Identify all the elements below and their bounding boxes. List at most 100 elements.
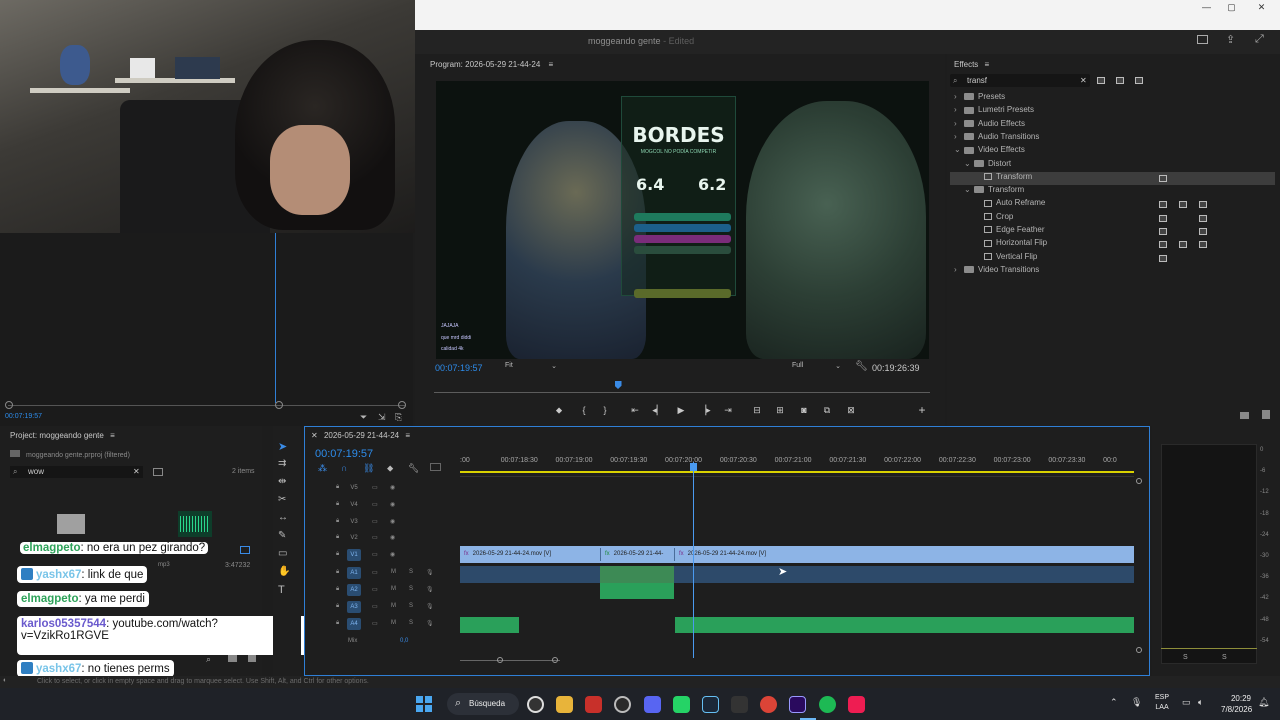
sync-lock-icon[interactable]: ▭ [372,569,378,576]
filter-icon[interactable]: ⏷ [360,412,367,423]
chrome-browser-icon[interactable] [760,696,777,713]
mute-track-button[interactable]: M [391,603,396,609]
discord-icon[interactable] [644,696,661,713]
scroll-handle[interactable] [398,401,406,409]
captions-icon[interactable] [430,463,441,471]
workspace-icon[interactable] [1197,35,1208,44]
sync-lock-icon[interactable]: ▭ [372,586,378,593]
fit-dropdown[interactable]: Fit ⌄ [505,362,560,373]
hand-tool-icon[interactable]: ✋ [278,566,290,577]
lock-track-icon[interactable]: 🔒︎ [336,603,339,610]
microphone-icon[interactable]: 🎙︎ [426,603,434,610]
clock[interactable]: 20:29 7/8/2026 [1221,693,1252,715]
mark-out-button[interactable]: } [599,404,611,416]
lock-track-icon[interactable]: 🔒︎ [336,586,339,593]
project-search-input[interactable]: wow [28,467,44,476]
disclosure-icon[interactable]: ⌄ [964,185,974,194]
solo-right-button[interactable]: S [1222,654,1227,661]
sync-lock-icon[interactable]: ▭ [372,534,378,541]
effects-search-input[interactable]: transf [967,76,987,85]
audio-clip-thumbnail[interactable] [178,511,212,537]
mute-track-button[interactable]: M [391,569,396,575]
solo-left-button[interactable]: S [1183,654,1188,661]
camera-icon[interactable]: ◙ [798,404,810,416]
disclosure-icon[interactable]: › [954,119,964,128]
spotify-icon[interactable] [819,696,836,713]
a2-audio-clip[interactable] [600,583,674,599]
eye-icon[interactable]: ◉ [390,534,395,541]
eye-icon[interactable]: ◉ [390,551,395,558]
wrench-icon[interactable]: 🔧︎ [855,361,868,372]
news-icon[interactable] [585,696,602,713]
disclosure-icon[interactable]: › [954,105,964,114]
tiktok-icon[interactable] [848,696,865,713]
lock-track-icon[interactable]: 🔒︎ [336,484,339,491]
solo-track-button[interactable]: S [409,620,413,626]
program-scrubber[interactable] [434,392,930,393]
effects-tree-item[interactable]: ⌄ Video Effects [950,145,1275,158]
clear-search-icon[interactable]: ✕ [1080,76,1087,85]
mute-track-button[interactable]: M [391,620,396,626]
compare-icon[interactable]: ⧉ [821,404,833,416]
chrome-icon[interactable] [527,696,544,713]
new-item-icon[interactable] [248,655,256,662]
maximize-button[interactable]: ▢ [1215,0,1248,14]
language-indicator[interactable]: ESP LAA [1155,693,1169,713]
track-target-label[interactable]: V5 [347,482,361,494]
effects-tree-item[interactable]: › Audio Effects [950,119,1275,132]
track-target-label[interactable]: A2 [347,584,361,596]
source-timecode[interactable]: 00:07:19:57 [5,413,42,420]
vertical-scroll-handle[interactable] [1136,647,1142,653]
extract-button[interactable]: ⊞ [774,404,786,416]
project-search-box[interactable]: ⌕ wow ✕ [10,466,143,478]
effects-tree-item[interactable]: Horizontal Flip [950,238,1275,251]
fullscreen-icon[interactable]: ⤢ [1255,33,1264,46]
mix-value[interactable]: 0,0 [400,638,408,644]
pen-tool-icon[interactable]: ✎ [278,530,286,541]
eye-icon[interactable]: ◉ [390,501,395,508]
microphone-icon[interactable]: 🎙︎ [426,620,434,627]
lock-track-icon[interactable]: 🔒︎ [336,534,339,541]
lock-track-icon[interactable]: 🔒︎ [336,501,339,508]
effects-tree-item[interactable]: › Audio Transitions [950,132,1275,145]
clear-search-icon[interactable]: ✕ [133,467,140,476]
solo-track-button[interactable]: S [409,586,413,592]
volume-icon[interactable]: 🔈︎ [1198,697,1203,708]
whatsapp-icon[interactable] [673,696,690,713]
work-area-bar[interactable] [460,471,1134,473]
premiere-icon[interactable] [789,696,806,713]
timeline-clip[interactable]: fx 2026-05-29 21-44-24.mov [V] [460,548,600,561]
accelerated-filter-icon[interactable] [1097,77,1105,84]
multicam-icon[interactable]: ⊠ [845,404,857,416]
type-tool-icon[interactable]: T [278,584,285,596]
go-to-out-button[interactable]: ⇥ [722,404,734,416]
taskbar-search[interactable]: ⌕ Búsqueda [447,693,519,715]
start-button[interactable] [416,696,432,712]
track-target-label[interactable]: V3 [347,516,361,528]
track-target-label[interactable]: A4 [347,618,361,630]
solo-track-button[interactable]: S [409,603,413,609]
tray-chevron-icon[interactable]: ⌃ [1110,697,1118,708]
new-search-bin-icon[interactable] [153,468,163,476]
add-marker-button[interactable]: ⬥ [553,404,565,416]
sync-lock-icon[interactable]: ▭ [372,603,378,610]
effects-tree-item[interactable]: ⌄ Transform [950,185,1275,198]
a1-audio-clip-highlight[interactable] [600,566,674,583]
wrench-icon[interactable]: 🔧︎ [408,463,419,474]
disclosure-icon[interactable]: › [954,92,964,101]
track-target-label[interactable]: V1 [347,549,361,562]
ripple-edit-tool-icon[interactable]: ⇹ [278,476,286,487]
razor-tool-icon[interactable]: ✂ [278,494,286,505]
epic-icon[interactable] [731,696,748,713]
effects-tree-item[interactable]: › Video Transitions [950,265,1275,278]
lock-track-icon[interactable]: 🔒︎ [336,569,339,576]
scroll-handle[interactable] [275,401,283,409]
horizontal-zoom-bar[interactable] [460,660,560,661]
timeline-clip[interactable]: fx 2026-05-29 21-44-24.mov [V] [674,548,1134,561]
new-bin-icon[interactable] [228,655,237,662]
a4-audio-clip[interactable] [675,617,1134,633]
lift-button[interactable]: ⊟ [751,404,763,416]
play-button[interactable]: ▶ [675,404,687,416]
effects-search-box[interactable]: ⌕ transf ✕ [950,74,1090,87]
disclosure-icon[interactable]: › [954,132,964,141]
